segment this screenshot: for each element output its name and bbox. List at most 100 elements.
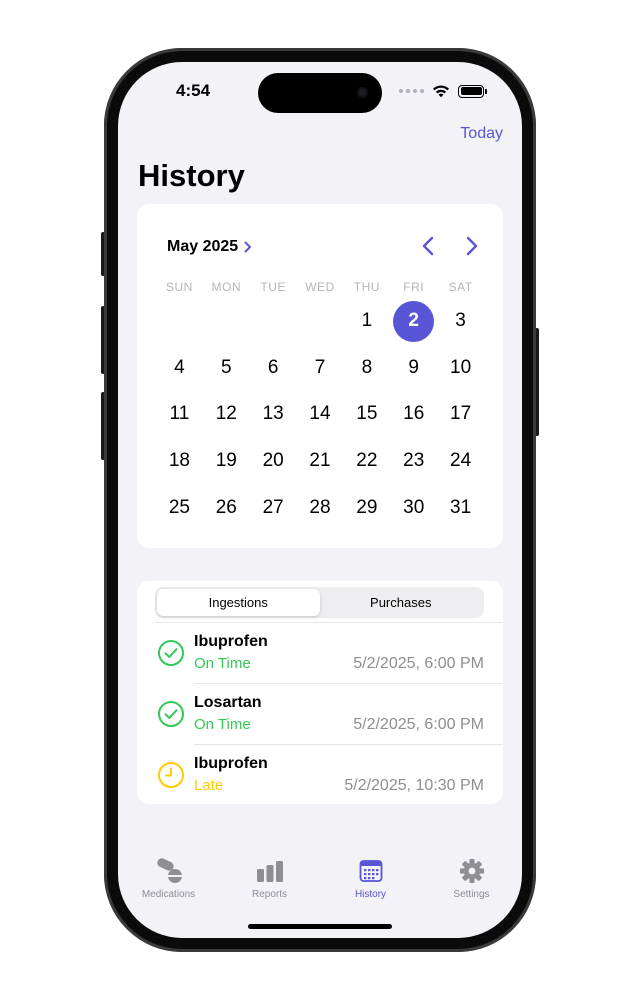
timestamp: 5/2/2025, 10:30 PM xyxy=(344,777,484,794)
day-number: 8 xyxy=(361,356,373,378)
day-number: 18 xyxy=(168,450,190,472)
cellular-signal-icon xyxy=(399,89,424,93)
day-number: 4 xyxy=(174,356,185,378)
calendar-day[interactable]: 25 xyxy=(156,484,203,531)
calendar-day[interactable]: 28 xyxy=(297,484,344,531)
calendar-day[interactable]: 9 xyxy=(390,345,437,392)
status-label: Late xyxy=(194,777,224,794)
calendar-day[interactable]: 26 xyxy=(203,484,250,531)
calendar-day[interactable]: 5 xyxy=(203,345,250,392)
empty-day-cell xyxy=(156,298,203,345)
status-label: On Time xyxy=(194,655,251,672)
day-number: 29 xyxy=(356,496,378,518)
segment-purchases[interactable]: Purchases xyxy=(320,589,483,616)
tab-reports[interactable]: Reports xyxy=(219,857,320,907)
home-indicator xyxy=(248,924,392,929)
month-picker[interactable]: May 2025 xyxy=(167,238,252,256)
day-number: 23 xyxy=(403,450,425,472)
day-number: 11 xyxy=(169,403,190,425)
day-number: 16 xyxy=(403,403,425,425)
calendar-day[interactable]: 12 xyxy=(203,391,250,438)
calendar-day[interactable]: 17 xyxy=(437,391,484,438)
divider xyxy=(194,683,503,684)
day-number: 3 xyxy=(455,310,466,332)
day-number: 9 xyxy=(408,356,419,378)
calendar-day[interactable]: 8 xyxy=(343,345,390,392)
previous-month-button[interactable] xyxy=(417,234,441,258)
chevron-left-icon xyxy=(422,236,434,256)
calendar-card: May 2025 SUN MON TUE WED THU FRI SAT 123… xyxy=(137,204,503,548)
camera-icon xyxy=(357,87,368,98)
calendar-day[interactable]: 19 xyxy=(203,438,250,485)
pills-icon xyxy=(156,858,182,883)
timestamp: 5/2/2025, 6:00 PM xyxy=(353,716,484,733)
day-number: 12 xyxy=(215,403,237,425)
day-number: 7 xyxy=(314,356,326,378)
tab-history[interactable]: History xyxy=(320,857,421,907)
tab-settings[interactable]: Settings xyxy=(421,857,522,907)
calendar-day[interactable]: 21 xyxy=(297,438,344,485)
day-number: 31 xyxy=(450,496,472,518)
calendar-day[interactable]: 27 xyxy=(250,484,297,531)
day-number: 26 xyxy=(215,496,237,518)
calendar-day[interactable]: 20 xyxy=(250,438,297,485)
calendar-day[interactable]: 16 xyxy=(390,391,437,438)
tab-label: Reports xyxy=(251,889,287,900)
calendar-day[interactable]: 18 xyxy=(156,438,203,485)
day-number: 27 xyxy=(262,496,284,518)
checkmark-circle-icon xyxy=(158,701,184,727)
history-row[interactable]: Ibuprofen Late 5/2/2025, 10:30 PM xyxy=(137,744,503,804)
weekday-label: SAT xyxy=(448,280,473,294)
medication-name: Ibuprofen xyxy=(194,633,268,650)
calendar-day[interactable]: 22 xyxy=(343,438,390,485)
tab-medications[interactable]: Medications xyxy=(118,857,219,907)
segment-ingestions[interactable]: Ingestions xyxy=(157,589,320,616)
weekday-label: MON xyxy=(211,280,242,294)
day-number: 5 xyxy=(220,356,232,378)
calendar-day[interactable]: 7 xyxy=(297,345,344,392)
calendar-day[interactable]: 24 xyxy=(437,438,484,485)
calendar-day[interactable]: 30 xyxy=(390,484,437,531)
day-number: 25 xyxy=(168,496,190,518)
calendar-day[interactable]: 10 xyxy=(437,345,484,392)
day-number: 13 xyxy=(262,403,284,425)
day-number: 28 xyxy=(309,496,331,518)
calendar-day[interactable]: 15 xyxy=(343,391,390,438)
calendar-day[interactable]: 31 xyxy=(437,484,484,531)
history-row[interactable]: Ibuprofen On Time 5/2/2025, 6:00 PM xyxy=(137,622,503,683)
calendar-day[interactable]: 14 xyxy=(297,391,344,438)
divider xyxy=(155,622,503,623)
weekday-label: TUE xyxy=(260,280,286,294)
day-grid: 1 2 3 4 5 6 7 8 9 10 11 12 13 14 15 16 17 18 19 20 21 22 23 24 2… xyxy=(156,298,484,531)
day-number: 2 xyxy=(393,300,435,342)
calendar-day[interactable]: 1 xyxy=(343,298,390,345)
medication-name: Losartan xyxy=(194,694,262,711)
history-row[interactable]: Losartan On Time 5/2/2025, 6:00 PM xyxy=(137,683,503,744)
medication-name: Ibuprofen xyxy=(194,755,268,772)
tab-label: Medications xyxy=(141,889,196,900)
status-time: 4:54 xyxy=(176,81,211,100)
today-button[interactable]: Today xyxy=(460,125,503,143)
selected-day[interactable]: 2 xyxy=(390,298,437,345)
day-number: 19 xyxy=(215,450,237,472)
calendar-day[interactable]: 23 xyxy=(390,438,437,485)
day-number: 6 xyxy=(267,356,279,378)
calendar-day[interactable]: 29 xyxy=(343,484,390,531)
history-card: Ingestions Purchases Ibuprofen On Time 5… xyxy=(137,581,503,804)
dynamic-island xyxy=(258,73,382,113)
empty-day-cell xyxy=(250,298,297,345)
day-number: 21 xyxy=(309,450,331,472)
day-number: 24 xyxy=(450,450,472,472)
day-number: 15 xyxy=(356,403,378,425)
next-month-button[interactable] xyxy=(459,234,483,258)
calendar-day[interactable]: 3 xyxy=(437,298,484,345)
calendar-day[interactable]: 6 xyxy=(250,345,297,392)
month-label: May 2025 xyxy=(167,238,239,255)
empty-day-cell xyxy=(203,298,250,345)
calendar-day[interactable]: 13 xyxy=(250,391,297,438)
calendar-day[interactable]: 4 xyxy=(156,345,203,392)
calendar-day[interactable]: 11 xyxy=(156,391,203,438)
screen: 4:54 Today History May 2025 SUN MON TUE … xyxy=(118,62,522,938)
wifi-icon xyxy=(433,85,449,98)
divider xyxy=(194,744,503,745)
